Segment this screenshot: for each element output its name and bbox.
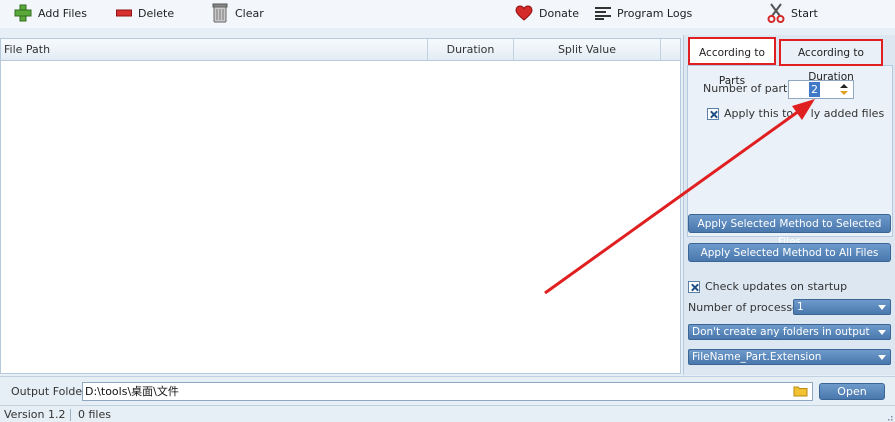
start-button[interactable]: Start <box>767 0 818 26</box>
delete-label: Delete <box>138 6 175 20</box>
output-folder-input[interactable]: D:\tools\桌面\文件 <box>82 382 813 401</box>
checkbox-checked-icon[interactable] <box>688 280 700 293</box>
checkbox-checked-icon[interactable] <box>707 107 719 120</box>
add-files-label: Add Files <box>38 6 87 20</box>
number-of-parts-label: Number of parts: <box>703 82 797 95</box>
plus-icon <box>14 4 32 22</box>
folder-option-select[interactable]: Don't create any folders in output <box>688 324 891 340</box>
file-count-text: 0 files <box>78 408 111 421</box>
minus-icon <box>116 9 132 17</box>
open-button[interactable]: Open <box>819 383 885 400</box>
output-folder-label: Output Folder: <box>11 385 91 398</box>
processes-label: Number of processes: <box>688 301 809 314</box>
resize-grip-icon[interactable] <box>885 413 893 421</box>
number-of-parts-stepper[interactable]: 2 <box>788 80 854 99</box>
column-duration[interactable]: Duration <box>428 39 514 61</box>
naming-pattern-value: FileName_Part.Extension <box>692 351 822 363</box>
chevron-down-icon <box>878 305 886 310</box>
check-updates-checkbox[interactable]: Check updates on startup <box>688 280 847 293</box>
status-bar: Version 1.2 0 files <box>0 405 895 422</box>
chevron-down-icon <box>878 330 886 335</box>
clear-button[interactable]: Clear <box>211 0 264 26</box>
stepper-arrows-icon[interactable] <box>837 82 851 97</box>
file-table[interactable]: File Path Duration Split Value <box>0 38 681 374</box>
table-header: File Path Duration Split Value <box>1 39 680 61</box>
donate-label: Donate <box>539 6 579 20</box>
scissors-icon <box>767 3 785 23</box>
chevron-down-icon <box>878 355 886 360</box>
tab-according-to-parts[interactable]: According to Parts <box>688 37 776 87</box>
settings-panel: According to Parts According to Duration… <box>683 35 895 375</box>
apply-selected-files-button[interactable]: Apply Selected Method to Selected Files <box>688 214 891 248</box>
folder-icon[interactable] <box>793 385 808 397</box>
number-of-parts-value[interactable]: 2 <box>809 82 820 97</box>
status-divider <box>70 409 71 421</box>
column-file-path[interactable]: File Path <box>1 39 428 61</box>
clear-label: Clear <box>235 6 264 20</box>
naming-pattern-select[interactable]: FileName_Part.Extension <box>688 349 891 365</box>
program-logs-button[interactable]: Program Logs <box>595 0 692 26</box>
heart-icon <box>515 5 533 21</box>
column-split-value[interactable]: Split Value <box>514 39 661 61</box>
donate-button[interactable]: Donate <box>515 0 579 26</box>
apply-to-new-files-label: Apply this to ly added files <box>724 107 885 120</box>
trash-icon <box>212 3 228 23</box>
start-label: Start <box>791 6 818 20</box>
processes-select[interactable]: 1 <box>793 299 891 315</box>
add-files-button[interactable]: Add Files <box>14 0 87 26</box>
program-logs-label: Program Logs <box>617 6 693 20</box>
toolbar: Add Files Delete Clear Donate Program Lo… <box>0 0 895 28</box>
output-folder-bar: Output Folder: D:\tools\桌面\文件 Open <box>0 376 895 405</box>
check-updates-label: Check updates on startup <box>705 280 848 293</box>
tab-according-to-duration[interactable]: According to Duration <box>779 39 883 83</box>
processes-value: 1 <box>797 301 804 313</box>
version-text: Version 1.2 <box>4 408 66 421</box>
list-icon <box>595 7 611 20</box>
apply-all-files-button[interactable]: Apply Selected Method to All Files <box>688 243 891 262</box>
apply-to-new-files-checkbox[interactable]: Apply this to ly added files <box>707 107 884 120</box>
delete-button[interactable]: Delete <box>116 0 174 26</box>
folder-option-value: Don't create any folders in output <box>692 326 870 338</box>
